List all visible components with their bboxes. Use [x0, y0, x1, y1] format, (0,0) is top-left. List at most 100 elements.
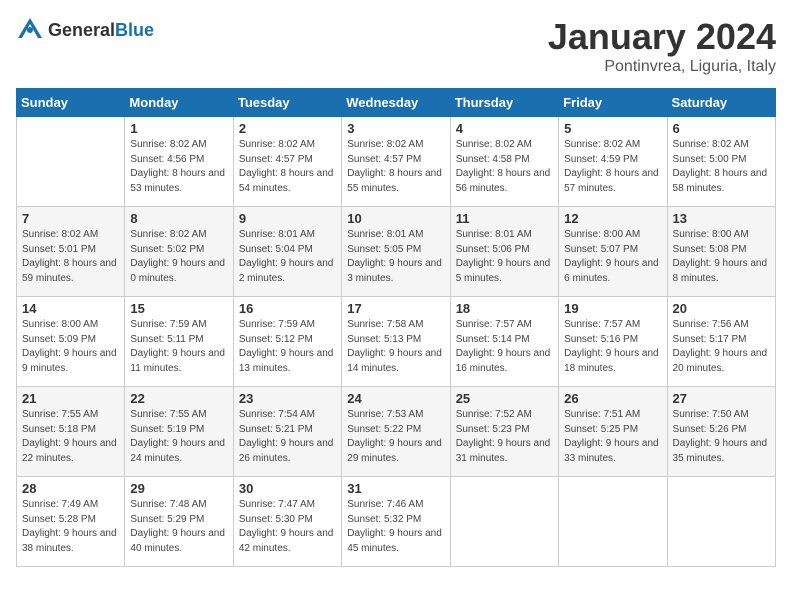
table-row: 26 Sunrise: 7:51 AMSunset: 5:25 PMDaylig…: [559, 387, 667, 477]
day-number: 3: [347, 121, 444, 136]
day-number: 20: [673, 301, 770, 316]
cell-info: Sunrise: 7:55 AMSunset: 5:19 PMDaylight:…: [130, 409, 225, 464]
table-row: 15 Sunrise: 7:59 AMSunset: 5:11 PMDaylig…: [125, 297, 233, 387]
cell-info: Sunrise: 8:01 AMSunset: 5:05 PMDaylight:…: [347, 229, 442, 284]
table-row: 17 Sunrise: 7:58 AMSunset: 5:13 PMDaylig…: [342, 297, 450, 387]
cell-info: Sunrise: 8:00 AMSunset: 5:07 PMDaylight:…: [564, 229, 659, 284]
calendar-header: Sunday Monday Tuesday Wednesday Thursday…: [17, 89, 776, 117]
table-row: 22 Sunrise: 7:55 AMSunset: 5:19 PMDaylig…: [125, 387, 233, 477]
cell-info: Sunrise: 8:02 AMSunset: 5:02 PMDaylight:…: [130, 229, 225, 284]
cell-info: Sunrise: 7:55 AMSunset: 5:18 PMDaylight:…: [22, 409, 117, 464]
col-saturday: Saturday: [667, 89, 775, 117]
day-number: 2: [239, 121, 336, 136]
table-row: [559, 477, 667, 567]
table-row: 29 Sunrise: 7:48 AMSunset: 5:29 PMDaylig…: [125, 477, 233, 567]
col-friday: Friday: [559, 89, 667, 117]
cell-info: Sunrise: 8:02 AMSunset: 4:57 PMDaylight:…: [347, 139, 442, 194]
day-number: 5: [564, 121, 661, 136]
page-header: GeneralBlue January 2024 Pontinvrea, Lig…: [16, 16, 776, 76]
cell-info: Sunrise: 7:51 AMSunset: 5:25 PMDaylight:…: [564, 409, 659, 464]
logo-text-general: General: [48, 20, 115, 40]
table-row: 20 Sunrise: 7:56 AMSunset: 5:17 PMDaylig…: [667, 297, 775, 387]
table-row: 31 Sunrise: 7:46 AMSunset: 5:32 PMDaylig…: [342, 477, 450, 567]
col-tuesday: Tuesday: [233, 89, 341, 117]
day-number: 6: [673, 121, 770, 136]
day-number: 17: [347, 301, 444, 316]
table-row: 21 Sunrise: 7:55 AMSunset: 5:18 PMDaylig…: [17, 387, 125, 477]
cell-info: Sunrise: 8:00 AMSunset: 5:09 PMDaylight:…: [22, 319, 117, 374]
table-row: 6 Sunrise: 8:02 AMSunset: 5:00 PMDayligh…: [667, 117, 775, 207]
cell-info: Sunrise: 7:57 AMSunset: 5:14 PMDaylight:…: [456, 319, 551, 374]
logo-text-blue: Blue: [115, 20, 154, 40]
day-number: 9: [239, 211, 336, 226]
table-row: 4 Sunrise: 8:02 AMSunset: 4:58 PMDayligh…: [450, 117, 558, 207]
table-row: 14 Sunrise: 8:00 AMSunset: 5:09 PMDaylig…: [17, 297, 125, 387]
day-number: 22: [130, 391, 227, 406]
day-number: 8: [130, 211, 227, 226]
calendar-table: Sunday Monday Tuesday Wednesday Thursday…: [16, 88, 776, 567]
cell-info: Sunrise: 8:02 AMSunset: 4:57 PMDaylight:…: [239, 139, 334, 194]
cell-info: Sunrise: 7:56 AMSunset: 5:17 PMDaylight:…: [673, 319, 768, 374]
cell-info: Sunrise: 7:50 AMSunset: 5:26 PMDaylight:…: [673, 409, 768, 464]
table-row: [17, 117, 125, 207]
table-row: 2 Sunrise: 8:02 AMSunset: 4:57 PMDayligh…: [233, 117, 341, 207]
day-number: 16: [239, 301, 336, 316]
day-number: 24: [347, 391, 444, 406]
day-number: 7: [22, 211, 119, 226]
cell-info: Sunrise: 8:01 AMSunset: 5:06 PMDaylight:…: [456, 229, 551, 284]
table-row: 30 Sunrise: 7:47 AMSunset: 5:30 PMDaylig…: [233, 477, 341, 567]
table-row: 10 Sunrise: 8:01 AMSunset: 5:05 PMDaylig…: [342, 207, 450, 297]
cell-info: Sunrise: 7:58 AMSunset: 5:13 PMDaylight:…: [347, 319, 442, 374]
day-number: 23: [239, 391, 336, 406]
table-row: 25 Sunrise: 7:52 AMSunset: 5:23 PMDaylig…: [450, 387, 558, 477]
day-number: 26: [564, 391, 661, 406]
cell-info: Sunrise: 7:47 AMSunset: 5:30 PMDaylight:…: [239, 499, 334, 554]
day-number: 11: [456, 211, 553, 226]
col-thursday: Thursday: [450, 89, 558, 117]
table-row: 9 Sunrise: 8:01 AMSunset: 5:04 PMDayligh…: [233, 207, 341, 297]
cell-info: Sunrise: 7:49 AMSunset: 5:28 PMDaylight:…: [22, 499, 117, 554]
cell-info: Sunrise: 8:02 AMSunset: 4:58 PMDaylight:…: [456, 139, 551, 194]
day-number: 14: [22, 301, 119, 316]
col-wednesday: Wednesday: [342, 89, 450, 117]
table-row: [450, 477, 558, 567]
logo: GeneralBlue: [16, 16, 154, 44]
day-number: 19: [564, 301, 661, 316]
month-title: January 2024: [548, 16, 776, 58]
table-row: 12 Sunrise: 8:00 AMSunset: 5:07 PMDaylig…: [559, 207, 667, 297]
day-number: 15: [130, 301, 227, 316]
table-row: 24 Sunrise: 7:53 AMSunset: 5:22 PMDaylig…: [342, 387, 450, 477]
table-row: 23 Sunrise: 7:54 AMSunset: 5:21 PMDaylig…: [233, 387, 341, 477]
cell-info: Sunrise: 7:48 AMSunset: 5:29 PMDaylight:…: [130, 499, 225, 554]
day-number: 18: [456, 301, 553, 316]
day-number: 10: [347, 211, 444, 226]
day-number: 25: [456, 391, 553, 406]
day-number: 29: [130, 481, 227, 496]
cell-info: Sunrise: 8:02 AMSunset: 5:00 PMDaylight:…: [673, 139, 768, 194]
cell-info: Sunrise: 7:54 AMSunset: 5:21 PMDaylight:…: [239, 409, 334, 464]
cell-info: Sunrise: 7:59 AMSunset: 5:11 PMDaylight:…: [130, 319, 225, 374]
calendar-body: 1 Sunrise: 8:02 AMSunset: 4:56 PMDayligh…: [17, 117, 776, 567]
logo-icon: [16, 16, 44, 44]
day-number: 4: [456, 121, 553, 136]
table-row: 18 Sunrise: 7:57 AMSunset: 5:14 PMDaylig…: [450, 297, 558, 387]
day-number: 27: [673, 391, 770, 406]
day-number: 13: [673, 211, 770, 226]
cell-info: Sunrise: 7:59 AMSunset: 5:12 PMDaylight:…: [239, 319, 334, 374]
cell-info: Sunrise: 7:52 AMSunset: 5:23 PMDaylight:…: [456, 409, 551, 464]
day-number: 12: [564, 211, 661, 226]
table-row: 8 Sunrise: 8:02 AMSunset: 5:02 PMDayligh…: [125, 207, 233, 297]
col-sunday: Sunday: [17, 89, 125, 117]
cell-info: Sunrise: 8:02 AMSunset: 4:56 PMDaylight:…: [130, 139, 225, 194]
table-row: 1 Sunrise: 8:02 AMSunset: 4:56 PMDayligh…: [125, 117, 233, 207]
location-title: Pontinvrea, Liguria, Italy: [548, 58, 776, 76]
cell-info: Sunrise: 8:02 AMSunset: 5:01 PMDaylight:…: [22, 229, 117, 284]
table-row: 19 Sunrise: 7:57 AMSunset: 5:16 PMDaylig…: [559, 297, 667, 387]
table-row: 7 Sunrise: 8:02 AMSunset: 5:01 PMDayligh…: [17, 207, 125, 297]
day-number: 30: [239, 481, 336, 496]
day-number: 28: [22, 481, 119, 496]
cell-info: Sunrise: 7:53 AMSunset: 5:22 PMDaylight:…: [347, 409, 442, 464]
col-monday: Monday: [125, 89, 233, 117]
cell-info: Sunrise: 8:00 AMSunset: 5:08 PMDaylight:…: [673, 229, 768, 284]
cell-info: Sunrise: 8:01 AMSunset: 5:04 PMDaylight:…: [239, 229, 334, 284]
